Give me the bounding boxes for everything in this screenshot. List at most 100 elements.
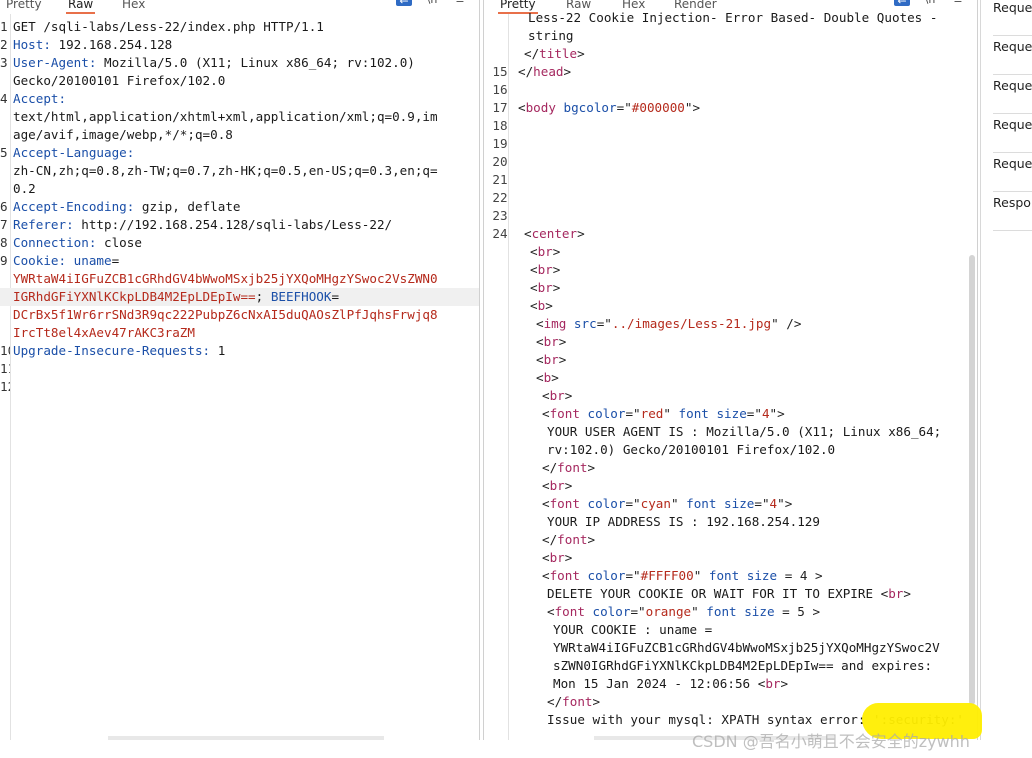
token: Mozilla/5.0 (X11; Linux x86_64; rv:102.0…: [96, 55, 415, 70]
response-line[interactable]: 18: [484, 117, 977, 135]
response-line[interactable]: <font color="red" font size="4">: [484, 405, 977, 423]
token: ../images/Less-21.jpg: [611, 316, 772, 331]
response-line[interactable]: <br>: [484, 549, 977, 567]
request-line[interactable]: IrcTt8el4xAev47rAKC3raZM: [0, 324, 479, 342]
request-line[interactable]: 8 Connection: close: [0, 234, 479, 252]
token: >: [563, 64, 572, 79]
response-line[interactable]: 21: [484, 171, 977, 189]
token: =": [625, 406, 641, 421]
response-line[interactable]: YOUR IP ADDRESS IS : 192.168.254.129: [484, 513, 977, 531]
request-line[interactable]: Gecko/20100101 Firefox/102.0: [0, 72, 479, 90]
request-line[interactable]: 12: [0, 378, 479, 396]
request-editor-pane[interactable]: Pretty Raw Hex ⇄ \n ≡ 1 GET /sqli-labs/Le…: [0, 0, 480, 740]
response-vscrollbar[interactable]: [969, 255, 975, 705]
response-line[interactable]: 20: [484, 153, 977, 171]
request-line[interactable]: 5 Accept-Language:: [0, 144, 479, 162]
response-line[interactable]: <font color="orange" font size = 5 >: [484, 603, 977, 621]
response-line[interactable]: YWRtaW4iIGFuZCB1cGRhdGV4bWwoMSxjb25jYXQo…: [484, 639, 977, 657]
response-line[interactable]: 16: [484, 81, 977, 99]
response-line[interactable]: 19: [484, 135, 977, 153]
response-line[interactable]: <br>: [484, 243, 977, 261]
response-line[interactable]: YOUR USER AGENT IS : Mozilla/5.0 (X11; L…: [484, 423, 977, 441]
line-number: 10: [0, 343, 10, 358]
newline-icon[interactable]: \n: [922, 0, 938, 6]
request-line[interactable]: 6 Accept-Encoding: gzip, deflate: [0, 198, 479, 216]
inspector-item[interactable]: Request: [993, 115, 1032, 153]
response-line[interactable]: <img src="../images/Less-21.jpg" />: [484, 315, 977, 333]
line-text: GET /sqli-labs/Less-22/index.php HTTP/1.…: [13, 18, 324, 36]
tab-raw[interactable]: Raw: [66, 0, 96, 14]
token: >: [577, 226, 585, 241]
token: font: [557, 532, 588, 547]
response-line[interactable]: YOUR COOKIE : uname =: [484, 621, 977, 639]
request-line[interactable]: age/avif,image/webp,*/*;q=0.8: [0, 126, 479, 144]
inspector-item[interactable]: Request: [993, 76, 1032, 114]
response-line[interactable]: <br>: [484, 477, 977, 495]
token: =": [754, 496, 770, 511]
request-line[interactable]: 7 Referer: http://192.168.254.128/sqli-la…: [0, 216, 479, 234]
token: YOUR USER AGENT IS : Mozilla/5.0 (X11; L…: [547, 424, 942, 439]
menu-icon[interactable]: ≡: [950, 0, 966, 6]
inspector-item[interactable]: Response: [993, 193, 1032, 231]
request-line[interactable]: 0.2: [0, 180, 479, 198]
response-line[interactable]: rv:102.0) Gecko/20100101 Firefox/102.0: [484, 441, 977, 459]
request-line[interactable]: 9 Cookie: uname=: [0, 252, 479, 270]
response-line[interactable]: <br>: [484, 333, 977, 351]
response-text[interactable]: Less-22 Cookie Injection- Error Based- D…: [484, 9, 977, 729]
inspector-item[interactable]: Request: [993, 37, 1032, 75]
token: zh-CN,zh;q=0.8,zh-TW;q=0.7,zh-HK;q=0.5,e…: [13, 163, 438, 178]
inspector-item[interactable]: Request: [993, 0, 1032, 36]
token: YOUR COOKIE : uname =: [553, 622, 713, 637]
request-text[interactable]: 1 GET /sqli-labs/Less-22/index.php HTTP/1…: [0, 18, 479, 396]
response-line[interactable]: sZWN0IGRhdGFiYXNlKCkpLDB4M2EpLDEpIw== an…: [484, 657, 977, 675]
response-line[interactable]: <br>: [484, 351, 977, 369]
response-line[interactable]: string: [484, 27, 977, 45]
response-line[interactable]: </title>: [484, 45, 977, 63]
response-line[interactable]: <font color="cyan" font size="4">: [484, 495, 977, 513]
response-line[interactable]: </font>: [484, 531, 977, 549]
request-line[interactable]: DCrBx5f1Wr6rrSNd3R9qc222PubpZ6cNxAI5duQA…: [0, 306, 479, 324]
tab-hex[interactable]: Hex: [120, 0, 147, 14]
response-line[interactable]: 15 </head>: [484, 63, 977, 81]
request-line[interactable]: 11: [0, 360, 479, 378]
response-line[interactable]: <b>: [484, 297, 977, 315]
line-text: Accept-Encoding: gzip, deflate: [13, 198, 240, 216]
newline-icon[interactable]: \n: [424, 0, 440, 6]
request-line[interactable]: text/html,application/xhtml+xml,applicat…: [0, 108, 479, 126]
request-hscrollbar[interactable]: [108, 736, 384, 740]
request-line[interactable]: 1 GET /sqli-labs/Less-22/index.php HTTP/1…: [0, 18, 479, 36]
line-text: YOUR IP ADDRESS IS : 192.168.254.129: [547, 513, 820, 531]
response-line[interactable]: </font>: [484, 459, 977, 477]
wrap-toggle-icon[interactable]: ⇄: [396, 0, 412, 6]
request-line[interactable]: 4 Accept:: [0, 90, 479, 108]
request-line[interactable]: 2 Host: 192.168.254.128: [0, 36, 479, 54]
response-line[interactable]: <b>: [484, 369, 977, 387]
response-line[interactable]: DELETE YOUR COOKIE OR WAIT FOR IT TO EXP…: [484, 585, 977, 603]
response-line[interactable]: 24 <center>: [484, 225, 977, 243]
response-editor-pane[interactable]: Pretty Raw Hex Render ⇄ \n ≡ Less-22 Coo…: [483, 0, 978, 740]
request-line[interactable]: IGRhdGFiYXNlKCkpLDB4M2EpLDEpIw==; BEEFHO…: [0, 288, 479, 306]
token: font: [562, 694, 593, 709]
tab-pretty[interactable]: Pretty: [4, 0, 44, 14]
menu-icon[interactable]: ≡: [452, 0, 468, 6]
request-line[interactable]: zh-CN,zh;q=0.8,zh-TW;q=0.7,zh-HK;q=0.5,e…: [0, 162, 479, 180]
response-line[interactable]: Less-22 Cookie Injection- Error Based- D…: [484, 9, 977, 27]
line-text: zh-CN,zh;q=0.8,zh-TW;q=0.7,zh-HK;q=0.5,e…: [13, 162, 438, 180]
response-line[interactable]: 17 <body bgcolor="#000000">: [484, 99, 977, 117]
request-line[interactable]: 3 User-Agent: Mozilla/5.0 (X11; Linux x86…: [0, 54, 479, 72]
line-number: 23: [492, 208, 508, 223]
token: =: [331, 289, 340, 304]
response-line[interactable]: <br>: [484, 261, 977, 279]
token: >: [545, 298, 553, 313]
response-line[interactable]: Mon 15 Jan 2024 - 12:06:56 <br>: [484, 675, 977, 693]
wrap-toggle-icon[interactable]: ⇄: [894, 0, 910, 6]
response-line[interactable]: 23: [484, 207, 977, 225]
response-line[interactable]: 22: [484, 189, 977, 207]
inspector-item[interactable]: Request: [993, 154, 1032, 192]
request-line[interactable]: YWRtaW4iIGFuZCB1cGRhdGV4bWwoMSxjb25jYXQo…: [0, 270, 479, 288]
response-line[interactable]: <font color="#FFFF00" font size = 4 >: [484, 567, 977, 585]
line-number: 6: [0, 199, 8, 214]
request-line[interactable]: 10Upgrade-Insecure-Requests: 1: [0, 342, 479, 360]
response-line[interactable]: <br>: [484, 279, 977, 297]
response-line[interactable]: <br>: [484, 387, 977, 405]
